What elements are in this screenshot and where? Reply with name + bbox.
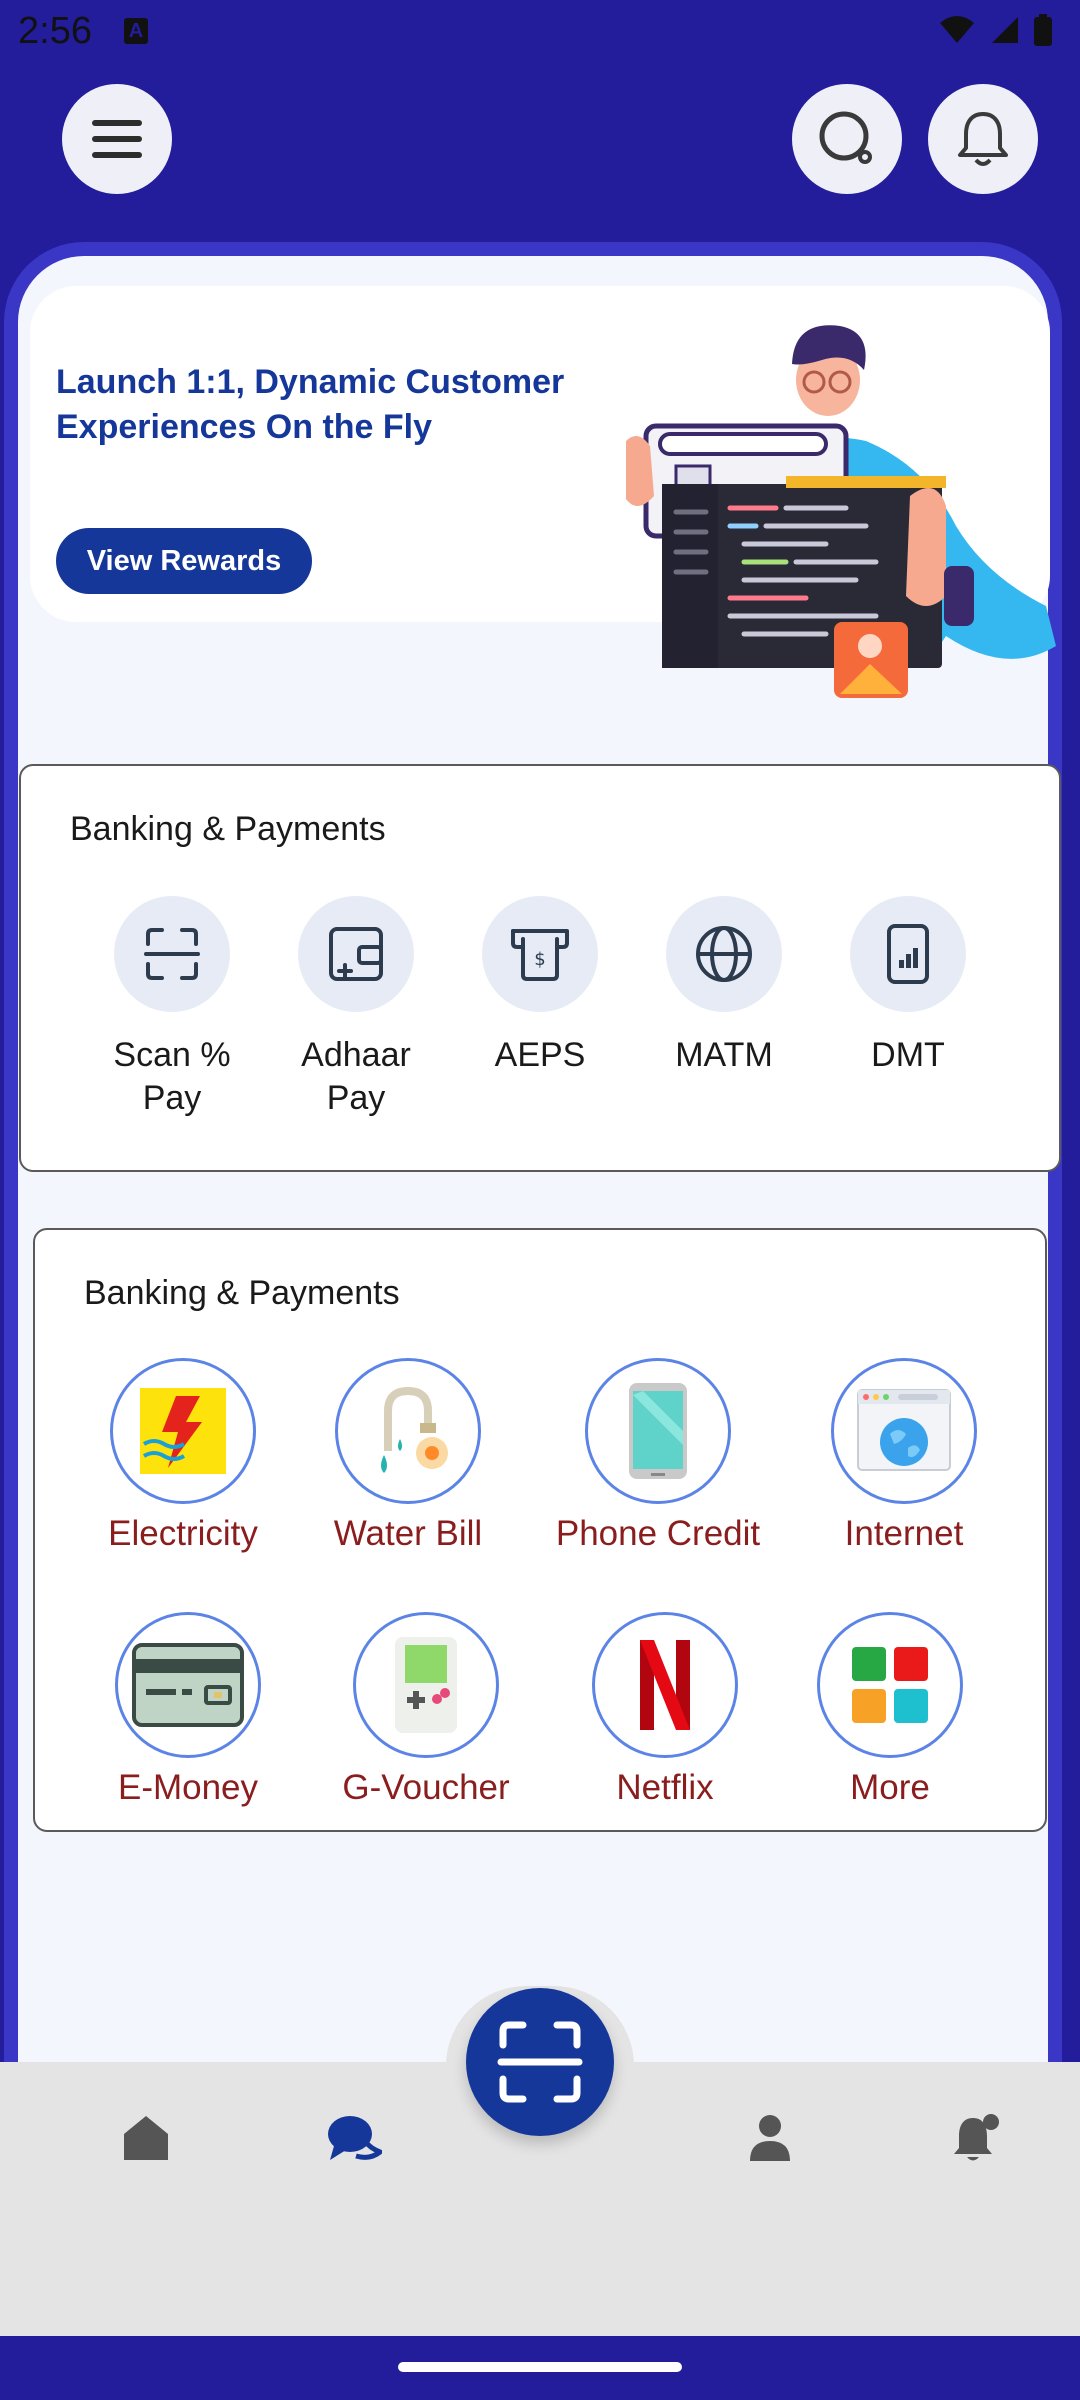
developer-illustration — [626, 325, 1056, 698]
phone-signal-icon — [850, 896, 966, 1012]
nav-chat[interactable] — [326, 2110, 382, 2166]
electricity-icon — [110, 1358, 256, 1504]
internet-item[interactable]: Internet — [794, 1358, 1014, 1554]
scan-fab-icon — [497, 2021, 583, 2103]
more-label: More — [850, 1768, 930, 1807]
water-bill-item[interactable]: Water Bill — [298, 1358, 518, 1554]
notification-icon — [954, 2114, 999, 2161]
atm-icon: $ — [482, 896, 598, 1012]
more-item[interactable]: More — [780, 1612, 1000, 1808]
search-button[interactable] — [792, 84, 902, 194]
view-rewards-button[interactable]: View Rewards — [56, 528, 312, 594]
search-icon — [819, 111, 872, 164]
scan-pay-label: Scan % Pay — [113, 1036, 231, 1117]
dmt-item[interactable]: DMT — [833, 896, 983, 1077]
chat-icon — [328, 2116, 382, 2160]
status-bar: 2:56 A — [0, 0, 1080, 64]
gameboy-icon — [353, 1612, 499, 1758]
internet-globe-icon — [831, 1358, 977, 1504]
nav-profile[interactable] — [742, 2110, 798, 2166]
aeps-item[interactable]: $ AEPS — [465, 896, 615, 1077]
netflix-icon — [592, 1612, 738, 1758]
smartphone-icon — [585, 1358, 731, 1504]
home-indicator[interactable] — [398, 2362, 682, 2372]
banking-section-title: Banking & Payments — [70, 810, 386, 848]
scan-fab-button[interactable] — [466, 1988, 614, 2136]
wifi-icon — [940, 16, 974, 43]
services-section-title: Banking & Payments — [84, 1274, 400, 1312]
matm-label: MATM — [675, 1036, 773, 1074]
notification-badge: A — [124, 18, 148, 44]
aeps-label: AEPS — [494, 1036, 586, 1074]
adhaar-pay-label: Adhaar Pay — [301, 1036, 411, 1117]
matm-item[interactable]: MATM — [649, 896, 799, 1077]
adhaar-pay-item[interactable]: Adhaar Pay — [281, 896, 431, 1120]
bell-icon — [958, 112, 1008, 166]
signal-icon — [992, 17, 1018, 43]
home-icon — [124, 2116, 168, 2160]
status-icons — [938, 14, 1052, 46]
nav-notifications[interactable] — [948, 2110, 1004, 2166]
scan-pay-item[interactable]: Scan % Pay — [97, 896, 247, 1120]
water-tap-icon — [335, 1358, 481, 1504]
battery-icon — [1034, 14, 1052, 46]
wallet-icon — [298, 896, 414, 1012]
e-money-label: E-Money — [117, 1768, 259, 1807]
scan-icon — [114, 896, 230, 1012]
notifications-button[interactable] — [928, 84, 1038, 194]
phone-credit-label: Phone Credit — [555, 1514, 761, 1553]
card-icon — [115, 1612, 261, 1758]
globe-icon — [666, 896, 782, 1012]
banner-title: Launch 1:1, Dynamic Customer Experiences… — [56, 363, 565, 446]
electricity-item[interactable]: Electricity — [73, 1358, 293, 1554]
g-voucher-label: G-Voucher — [342, 1768, 510, 1807]
menu-icon — [92, 120, 142, 158]
nav-home[interactable] — [118, 2110, 174, 2166]
phone-credit-item[interactable]: Phone Credit — [548, 1358, 768, 1554]
netflix-label: Netflix — [616, 1768, 714, 1807]
grid-icon — [817, 1612, 963, 1758]
svg-text:$: $ — [534, 949, 545, 970]
electricity-label: Electricity — [108, 1514, 258, 1553]
profile-icon — [750, 2115, 790, 2161]
status-time: 2:56 — [18, 10, 92, 52]
dmt-label: DMT — [871, 1036, 945, 1074]
water-bill-label: Water Bill — [333, 1514, 483, 1553]
e-money-item[interactable]: E-Money — [78, 1612, 298, 1808]
netflix-item[interactable]: Netflix — [555, 1612, 775, 1808]
internet-label: Internet — [844, 1514, 964, 1553]
menu-button[interactable] — [62, 84, 172, 194]
g-voucher-item[interactable]: G-Voucher — [316, 1612, 536, 1808]
